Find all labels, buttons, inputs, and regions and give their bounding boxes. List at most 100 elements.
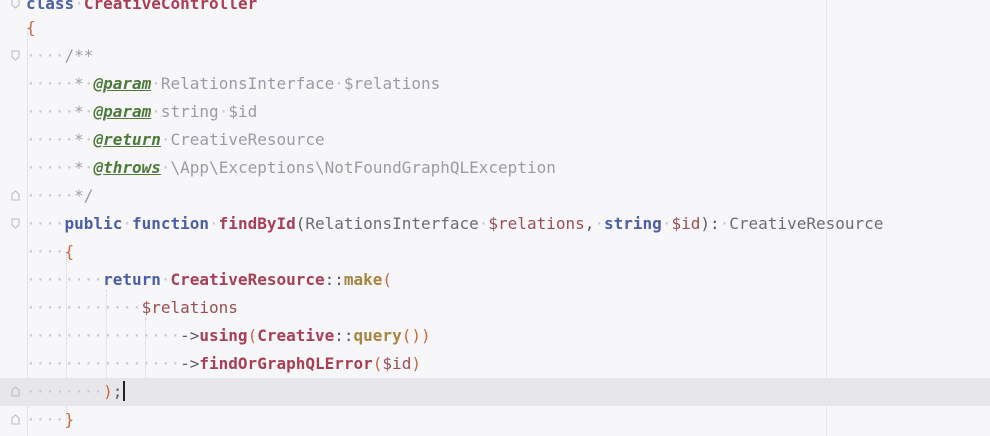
token-var: $id	[671, 214, 701, 233]
fold-end-icon[interactable]	[11, 386, 20, 397]
token-ws: ·	[160, 130, 171, 149]
code-text: ·····*·@param·RelationsInterface·$relati…	[26, 73, 440, 95]
code-line[interactable]: ················->findOrGraphQLError($id…	[0, 350, 990, 378]
token-static: query	[353, 326, 402, 345]
token-kw: public	[64, 214, 123, 233]
token-doc: $relations	[343, 74, 441, 93]
code-line[interactable]: ·····*·@param·string·$id	[0, 98, 990, 126]
token-tag: @param	[93, 102, 152, 121]
token-punct: ;	[112, 382, 123, 401]
token-fn: using	[199, 326, 248, 345]
token-brace: {	[26, 18, 36, 37]
token-ws: ·	[218, 102, 229, 121]
code-line[interactable]: ····}	[0, 406, 990, 434]
token-type: CreativeResource	[729, 214, 884, 233]
whitespace-indicator: ····	[26, 242, 65, 261]
token-static: make	[343, 270, 383, 289]
code-text: ············$relations	[26, 297, 238, 319]
token-brace: ())	[401, 326, 431, 345]
token-punct: ->	[180, 326, 200, 345]
token-doc: *	[74, 102, 84, 121]
code-line[interactable]: ·····*·@throws·\App\Exceptions\NotFoundG…	[0, 154, 990, 182]
code-line[interactable]: ····public·function·findById(RelationsIn…	[0, 210, 990, 238]
token-ws: ·	[594, 214, 605, 233]
code-text: ················->findOrGraphQLError($id…	[26, 353, 421, 375]
token-ws: ·	[478, 214, 489, 233]
token-brace: )	[103, 382, 113, 401]
token-ws: ·	[122, 214, 132, 233]
code-line[interactable]: ····{	[0, 238, 990, 266]
code-line[interactable]: {	[0, 14, 990, 42]
token-brace: (	[372, 354, 383, 373]
token-kw: return	[103, 270, 161, 289]
code-line[interactable]: ·····*·@param·RelationsInterface·$relati…	[0, 70, 990, 98]
token-punct: ->	[180, 354, 200, 373]
token-fn: findById	[218, 214, 296, 233]
token-ws: ·	[661, 214, 672, 233]
token-doc: /**	[64, 46, 94, 65]
token-punct: ::	[324, 270, 344, 289]
token-tag: @param	[93, 74, 152, 93]
token-kw: class	[26, 0, 75, 13]
code-line[interactable]: ·····*·@return·CreativeResource	[0, 126, 990, 154]
code-line[interactable]: ············$relations	[0, 294, 990, 322]
whitespace-indicator: ····	[26, 410, 65, 429]
code-line[interactable]: ········return·CreativeResource::make(	[0, 266, 990, 294]
code-text: ·····*/	[26, 185, 93, 207]
token-punct: (	[295, 214, 306, 233]
token-var: $id	[382, 354, 412, 373]
token-brace: )	[411, 354, 421, 373]
token-cls: Creative	[257, 326, 335, 345]
code-editor[interactable]: class·CreativeController{····/** ·····*·@…	[0, 0, 990, 436]
code-text: ····{	[26, 241, 74, 263]
whitespace-indicator: ············	[26, 298, 142, 317]
whitespace-indicator: ················	[26, 354, 181, 373]
token-ws: ·	[151, 74, 161, 93]
token-var: $relations	[488, 214, 585, 233]
code-text: ····public·function·findById(RelationsIn…	[26, 213, 883, 235]
token-doc: */	[74, 186, 94, 205]
token-var: $relations	[141, 298, 238, 317]
token-doc: RelationsInterface	[160, 74, 335, 93]
fold-start-icon[interactable]	[11, 50, 20, 61]
token-ws: ·	[160, 158, 171, 177]
fold-end-icon[interactable]	[11, 190, 20, 201]
token-ws: ·	[719, 214, 730, 233]
token-doc: CreativeResource	[170, 130, 325, 149]
code-line[interactable]: ················->using(Creative::query(…	[0, 322, 990, 350]
code-text: ········return·CreativeResource::make(	[26, 269, 392, 291]
code-text: ····}	[26, 409, 74, 431]
token-tag: @throws	[93, 158, 161, 177]
whitespace-indicator: ·····	[26, 102, 75, 121]
token-doc: \App\Exceptions\NotFoundGraphQLException	[170, 158, 556, 177]
token-fn: findOrGraphQLError	[199, 354, 373, 373]
token-doc: *	[74, 158, 84, 177]
fold-start-icon[interactable]	[11, 0, 20, 9]
whitespace-indicator: ················	[26, 326, 181, 345]
whitespace-indicator: ·····	[26, 158, 75, 177]
whitespace-indicator: ····	[26, 46, 65, 65]
code-text: ········);	[26, 381, 126, 403]
token-type: RelationsInterface	[305, 214, 479, 233]
token-doc: *	[74, 130, 84, 149]
token-ws: ·	[83, 102, 94, 121]
code-line[interactable]: ·····*/	[0, 182, 990, 210]
token-brace: }	[64, 410, 75, 429]
token-ws: ·	[334, 74, 344, 93]
token-ws: ·	[151, 102, 161, 121]
token-ws: ·	[74, 0, 84, 13]
whitespace-indicator: ·····	[26, 130, 75, 149]
fold-end-icon[interactable]	[11, 414, 20, 425]
token-doc: string	[160, 102, 219, 121]
code-text: ····/**	[26, 45, 93, 67]
whitespace-indicator: ········	[26, 382, 104, 401]
code-line-current[interactable]: ········);	[0, 378, 990, 406]
token-kw: function	[131, 214, 210, 233]
code-line[interactable]: ····/**	[0, 42, 990, 70]
token-cls: CreativeResource	[170, 270, 325, 289]
token-ws: ·	[83, 158, 94, 177]
whitespace-indicator: ·····	[26, 74, 75, 93]
fold-start-icon[interactable]	[11, 218, 20, 229]
code-text: {	[26, 17, 36, 39]
token-punct: ::	[334, 326, 354, 345]
